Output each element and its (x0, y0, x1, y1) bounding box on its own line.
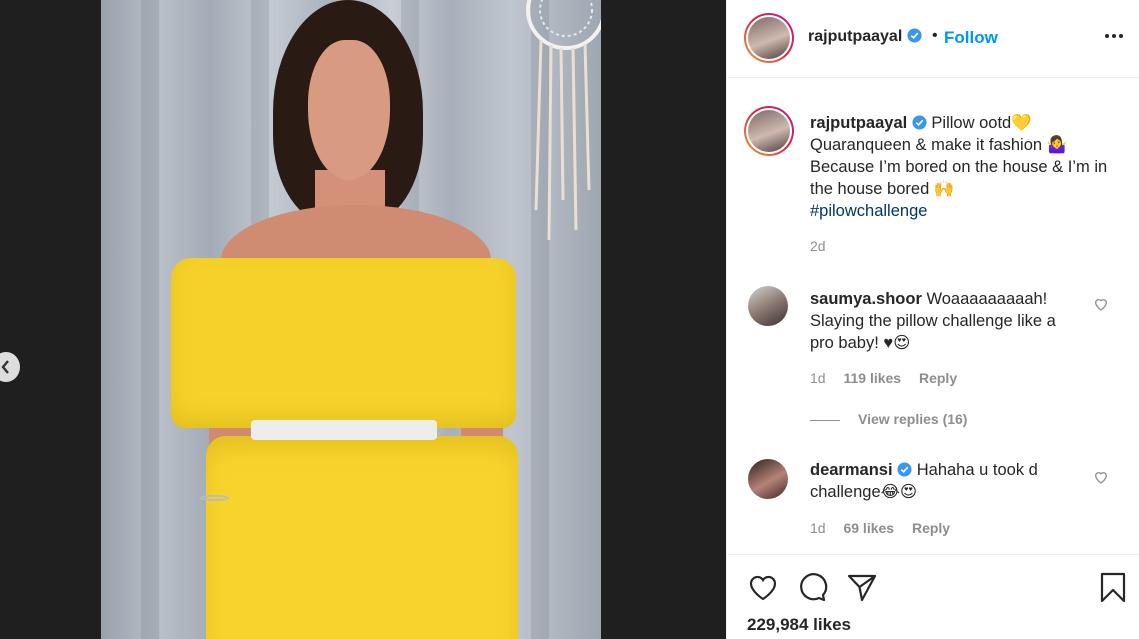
pillow-bottom (206, 436, 518, 639)
heart-icon[interactable] (1093, 469, 1109, 485)
caption-line: Quaranqueen & make it fashion 🤷‍♀️ (810, 136, 1068, 154)
commenter-avatar[interactable] (748, 286, 788, 326)
chevron-left-icon (1, 360, 9, 374)
follow-button[interactable]: Follow (944, 28, 998, 48)
reply-button[interactable]: Reply (912, 520, 950, 536)
caption-timestamp[interactable]: 2d (810, 238, 826, 254)
post-actions: 229,984 likes (727, 554, 1139, 639)
author-username[interactable]: rajputpaayal (808, 28, 902, 45)
view-replies-button[interactable]: View replies (16) (810, 411, 967, 427)
bracelet (199, 495, 229, 501)
commenter-username[interactable]: dearmansi (810, 461, 893, 479)
post-header: rajputpaayal • Follow (727, 0, 1139, 78)
author-avatar[interactable] (744, 13, 794, 63)
post-photo[interactable] (101, 0, 601, 639)
comment-likes[interactable]: 69 likes (843, 520, 894, 536)
heart-icon[interactable] (1093, 296, 1109, 312)
author-avatar[interactable] (744, 106, 794, 156)
dreamcatcher-decor (526, 0, 601, 241)
bookmark-icon[interactable] (1097, 571, 1129, 603)
likes-count[interactable]: 229,984 likes (747, 615, 851, 635)
comment-icon[interactable] (796, 571, 828, 603)
verified-icon (897, 462, 912, 477)
pillow-top (171, 258, 516, 428)
comment-timestamp[interactable]: 1d (810, 520, 826, 536)
caption-line: Pillow ootd💛 (931, 114, 1032, 132)
post-media[interactable] (0, 0, 726, 639)
photo-face (308, 40, 390, 180)
post-panel: rajputpaayal • Follow rajputpaayal Pillo… (726, 0, 1139, 639)
share-icon[interactable] (846, 571, 878, 603)
commenter-username[interactable]: saumya.shoor (810, 290, 922, 308)
more-icon[interactable] (1103, 24, 1125, 48)
caption-username[interactable]: rajputpaayal (810, 114, 907, 132)
reply-button[interactable]: Reply (919, 370, 957, 386)
pillow-belt (251, 420, 437, 440)
curtain-fold (141, 0, 159, 639)
view-replies-label: View replies (16) (858, 411, 968, 427)
verified-icon (907, 28, 922, 43)
separator-dot: • (932, 27, 938, 44)
commenter-avatar[interactable] (748, 459, 788, 499)
heart-icon[interactable] (747, 571, 779, 603)
comment-likes[interactable]: 119 likes (843, 370, 901, 386)
previous-slide-button[interactable] (0, 352, 20, 382)
verified-icon (912, 115, 927, 130)
divider-line (810, 419, 840, 421)
hashtag-link[interactable]: #pilowchallenge (810, 202, 927, 220)
comment-timestamp[interactable]: 1d (810, 370, 826, 386)
caption-line: Because I’m bored on the house & I’m in … (810, 158, 1108, 198)
